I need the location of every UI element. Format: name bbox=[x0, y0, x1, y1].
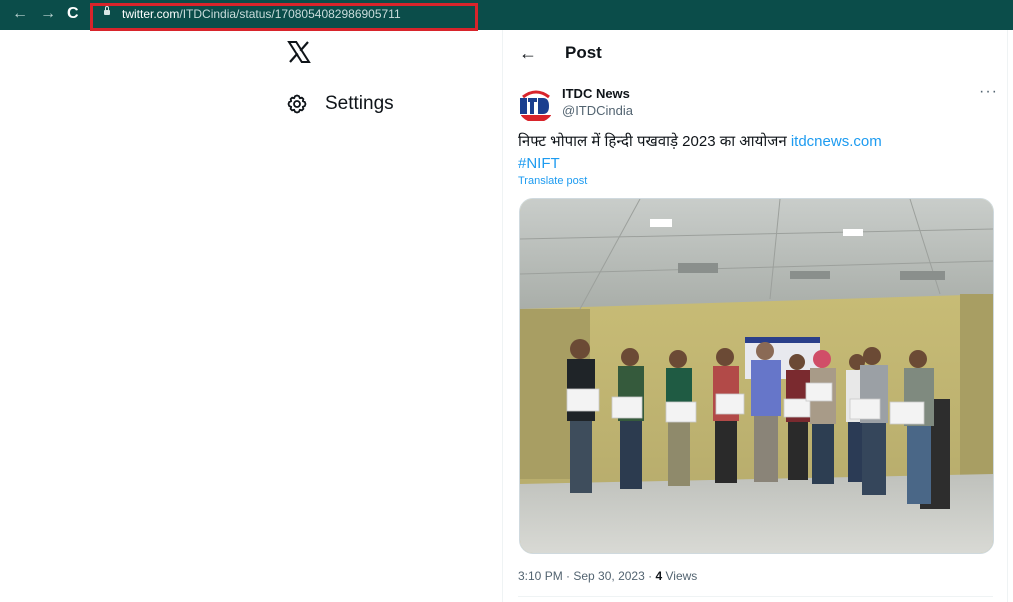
hashtag-link[interactable]: #NIFT bbox=[518, 155, 560, 172]
divider bbox=[518, 596, 993, 597]
post-column: ← Post ITDC News @ITDCindia ··· निफ्ट भो… bbox=[502, 30, 1008, 602]
author-name[interactable]: ITDC News bbox=[562, 86, 630, 101]
back-arrow-icon[interactable]: ← bbox=[12, 5, 28, 23]
reload-icon[interactable]: C bbox=[67, 5, 79, 23]
post-meta: 3:10 PM · Sep 30, 2023 · 4 Views bbox=[518, 569, 698, 583]
views-count: 4 bbox=[655, 569, 663, 583]
back-arrow-icon[interactable]: ← bbox=[519, 43, 537, 64]
post-time[interactable]: 3:10 PM bbox=[518, 569, 563, 583]
post-text: निफ्ट भोपाल में हिन्दी पखवाड़े 2023 का आ… bbox=[518, 131, 978, 175]
sidebar-item-settings[interactable]: Settings bbox=[287, 92, 394, 116]
x-logo-icon[interactable] bbox=[287, 40, 311, 64]
itdc-logo-icon bbox=[517, 85, 555, 123]
post-text-main: निफ्ट भोपाल में हिन्दी पखवाड़े 2023 का आ… bbox=[518, 133, 791, 150]
settings-label: Settings bbox=[325, 93, 394, 114]
post-date[interactable]: Sep 30, 2023 bbox=[573, 569, 644, 583]
post-link[interactable]: itdcnews.com bbox=[791, 133, 882, 150]
gear-icon bbox=[287, 94, 307, 114]
page-title: Post bbox=[565, 43, 602, 62]
views-label: Views bbox=[665, 569, 698, 583]
browser-toolbar: ← → C twitter.com/ITDCindia/status/17080… bbox=[0, 0, 1013, 31]
forward-arrow-icon[interactable]: → bbox=[40, 5, 56, 23]
group-photo bbox=[520, 199, 993, 553]
author-handle[interactable]: @ITDCindia bbox=[562, 103, 633, 118]
avatar[interactable] bbox=[517, 85, 555, 123]
url-highlight-box bbox=[90, 3, 478, 31]
translate-post-link[interactable]: Translate post bbox=[518, 175, 587, 187]
more-options-icon[interactable]: ··· bbox=[979, 83, 998, 101]
post-photo[interactable] bbox=[519, 198, 994, 554]
